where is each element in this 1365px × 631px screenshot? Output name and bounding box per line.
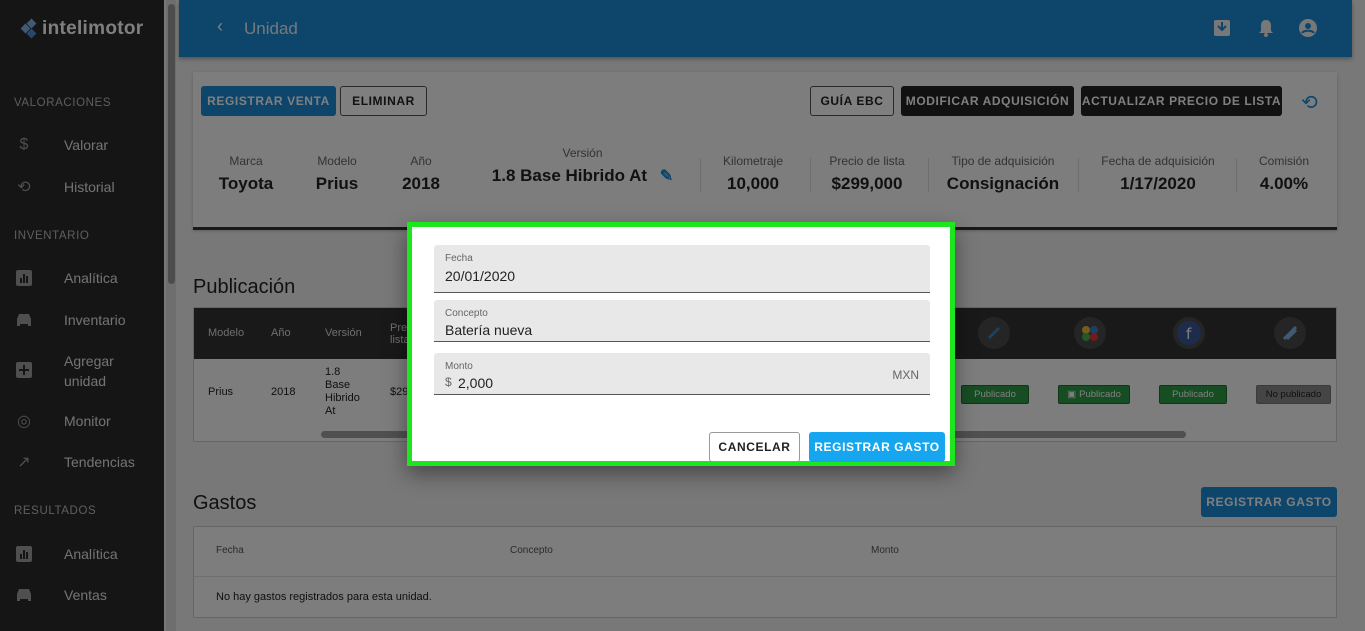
- field-label: Fecha: [445, 253, 473, 264]
- submit-button[interactable]: REGISTRAR GASTO: [809, 432, 945, 462]
- currency-prefix: $: [445, 375, 452, 389]
- field-label: Monto: [445, 361, 473, 372]
- field-label: Concepto: [445, 308, 488, 319]
- fecha-field[interactable]: Fecha 20/01/2020: [434, 245, 930, 293]
- concepto-field[interactable]: Concepto Batería nueva: [434, 300, 930, 342]
- cancel-button[interactable]: CANCELAR: [709, 432, 800, 462]
- fecha-value: 20/01/2020: [445, 268, 516, 284]
- concepto-value: Batería nueva: [445, 322, 533, 338]
- registrar-gasto-dialog: Fecha 20/01/2020 Concepto Batería nueva …: [407, 222, 955, 466]
- currency-suffix: MXN: [892, 368, 919, 382]
- monto-field[interactable]: Monto $ 2,000 MXN: [434, 353, 930, 395]
- monto-value: 2,000: [458, 375, 494, 391]
